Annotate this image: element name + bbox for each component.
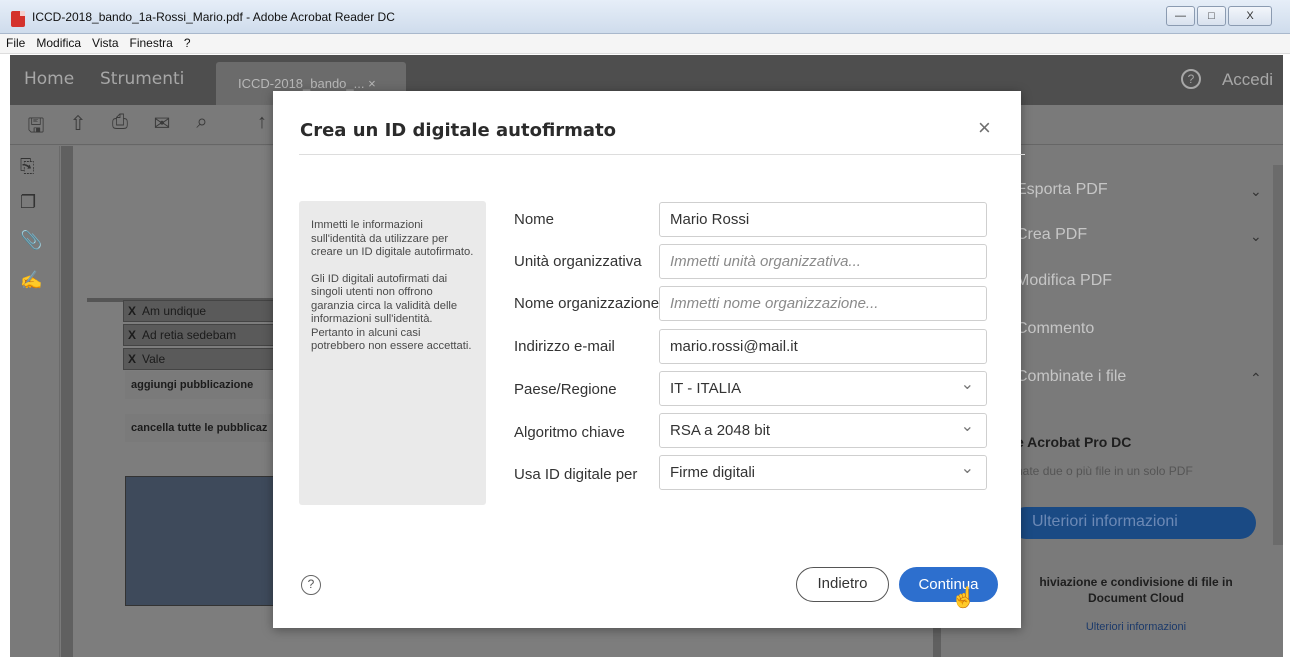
- tab-tools[interactable]: Strumenti: [100, 69, 184, 89]
- hand-cursor-icon: ☝: [951, 587, 976, 609]
- signature-icon[interactable]: ✍: [20, 270, 46, 296]
- search-icon[interactable]: ⌕: [190, 111, 214, 135]
- tab-home[interactable]: Home: [24, 69, 74, 89]
- chevron-down-icon[interactable]: ⌄: [1250, 183, 1262, 200]
- right-scrollbar[interactable]: [1273, 165, 1283, 545]
- save-icon[interactable]: 🖫: [24, 111, 48, 137]
- pro-subtitle: nate due o più file in un solo PDF: [1016, 464, 1193, 478]
- dialog-divider: [299, 154, 1025, 155]
- window-controls: — □ X: [1166, 6, 1272, 26]
- usage-label: Usa ID digitale per: [514, 466, 638, 483]
- tool-edit-pdf[interactable]: Modifica PDF: [1016, 272, 1112, 290]
- help-icon[interactable]: ?: [301, 575, 321, 595]
- remove-marker[interactable]: X: [128, 304, 136, 318]
- name-field[interactable]: Mario Rossi: [659, 202, 987, 237]
- publication-title: Am undique: [142, 304, 207, 318]
- tool-comment[interactable]: Commento: [1016, 320, 1094, 338]
- cloud-more-link[interactable]: Ulteriori informazioni: [1016, 621, 1256, 633]
- pro-title: e Acrobat Pro DC: [1016, 434, 1132, 450]
- tab-document-label: ICCD-2018_bando_... ×: [238, 76, 376, 91]
- back-button[interactable]: Indietro: [796, 567, 889, 602]
- email-field[interactable]: mario.rossi@mail.it: [659, 329, 987, 364]
- signin-link[interactable]: Accedi: [1222, 70, 1273, 90]
- left-rail: ⎘ ❐ 📎 ✍: [10, 146, 60, 657]
- info-paragraph: Immetti le informazioni sull'identità da…: [311, 219, 474, 258]
- key-algorithm-select[interactable]: RSA a 2048 bit: [659, 413, 987, 448]
- usage-select[interactable]: Firme digitali: [659, 455, 987, 490]
- org-name-label: Nome organizzazione: [514, 295, 660, 312]
- dialog-title: Crea un ID digitale autofirmato: [300, 120, 617, 141]
- org-name-field[interactable]: Immetti nome organizzazione...: [659, 286, 987, 321]
- org-unit-field[interactable]: Immetti unità organizzativa...: [659, 244, 987, 279]
- create-digital-id-dialog: Crea un ID digitale autofirmato × Immett…: [273, 91, 1025, 628]
- country-label: Paese/Regione: [514, 381, 617, 398]
- upload-icon[interactable]: ⇧: [66, 111, 90, 135]
- publication-title: Vale: [142, 352, 166, 366]
- window-title-bar: ICCD-2018_bando_1a-Rossi_Mario.pdf - Ado…: [0, 0, 1290, 34]
- pages-icon[interactable]: ❐: [20, 192, 46, 218]
- chevron-up-icon[interactable]: ⌃: [1250, 370, 1262, 387]
- attachment-icon[interactable]: 📎: [20, 230, 46, 256]
- cloud-text: hiviazione e condivisione di file in Doc…: [1039, 575, 1233, 605]
- up-arrow-icon[interactable]: ↑: [250, 111, 274, 135]
- email-label: Indirizzo e-mail: [514, 338, 615, 355]
- continue-button[interactable]: Continua: [899, 567, 998, 602]
- info-panel: Immetti le informazioni sull'identità da…: [299, 201, 486, 505]
- tool-create-pdf[interactable]: Crea PDF: [1016, 226, 1087, 244]
- tool-combine-files[interactable]: Combinate i file: [1016, 368, 1126, 386]
- menu-file[interactable]: File: [0, 34, 30, 50]
- org-unit-label: Unità organizzativa: [514, 253, 642, 270]
- acrobat-logo-icon: [11, 11, 25, 27]
- bookmark-icon[interactable]: ⎘: [20, 156, 46, 182]
- help-icon[interactable]: ?: [1181, 69, 1201, 89]
- info-paragraph: Gli ID digitali autofirmati dai singoli …: [311, 272, 472, 353]
- key-algorithm-label: Algoritmo chiave: [514, 424, 625, 441]
- more-info-button[interactable]: Ulteriori informazioni: [1010, 507, 1256, 539]
- menu-bar: File Modifica Vista Finestra?: [0, 34, 1290, 54]
- remove-marker[interactable]: X: [128, 328, 136, 342]
- menu-help[interactable]: ?: [178, 34, 196, 50]
- remove-marker[interactable]: X: [128, 352, 136, 366]
- print-icon[interactable]: ⎙: [108, 111, 132, 135]
- minimize-button[interactable]: —: [1166, 6, 1195, 26]
- chevron-down-icon[interactable]: ⌄: [1250, 228, 1262, 245]
- publication-title: Ad retia sedebam: [142, 328, 237, 342]
- tool-export-pdf[interactable]: Esporta PDF: [1016, 181, 1108, 199]
- menu-vista[interactable]: Vista: [86, 34, 123, 50]
- close-window-button[interactable]: X: [1228, 6, 1272, 26]
- name-label: Nome: [514, 211, 555, 228]
- window-title: ICCD-2018_bando_1a-Rossi_Mario.pdf - Ado…: [32, 10, 395, 24]
- close-icon[interactable]: ×: [978, 117, 991, 139]
- country-select[interactable]: IT - ITALIA: [659, 371, 987, 406]
- maximize-button[interactable]: □: [1197, 6, 1226, 26]
- mail-icon[interactable]: ✉: [150, 111, 174, 135]
- menu-finestra[interactable]: Finestra: [124, 34, 178, 50]
- menu-modifica[interactable]: Modifica: [30, 34, 86, 50]
